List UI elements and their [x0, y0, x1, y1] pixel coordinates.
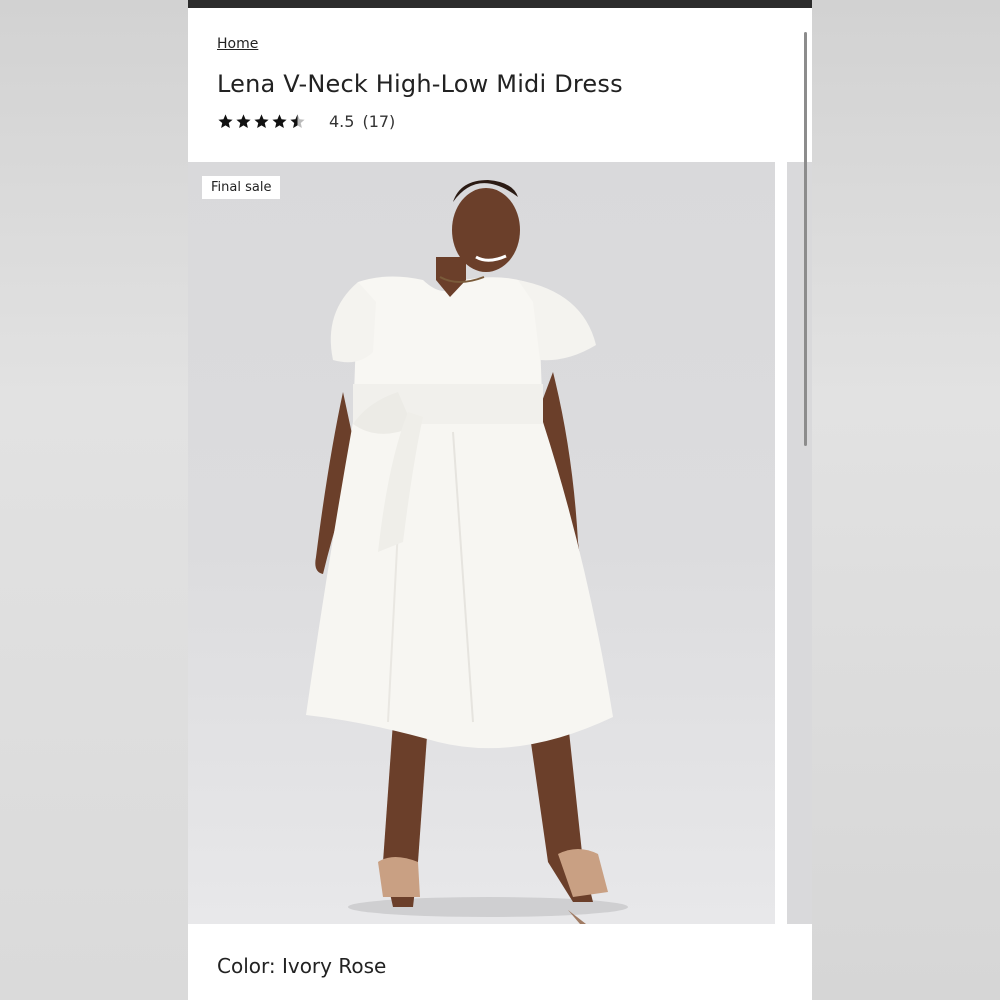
page-background-left	[0, 0, 188, 1000]
star-icon	[218, 113, 233, 128]
star-rating	[217, 113, 307, 130]
star-icon	[254, 113, 269, 128]
breadcrumb-home-link[interactable]: Home	[217, 36, 258, 52]
next-image-peek[interactable]	[787, 162, 812, 924]
product-title: Lena V-Neck High-Low Midi Dress	[217, 70, 623, 98]
star-icon	[272, 113, 287, 128]
final-sale-badge: Final sale	[202, 176, 281, 199]
product-image-gallery[interactable]: Final sale	[188, 162, 775, 924]
rating-value: 4.5	[329, 111, 355, 131]
scrollbar[interactable]	[804, 32, 807, 446]
star-icon	[236, 113, 251, 128]
half-star-icon	[290, 113, 305, 128]
rating-row[interactable]: 4.5 (17)	[217, 110, 395, 132]
review-count[interactable]: (17)	[362, 112, 395, 131]
color-label: Color: Ivory Rose	[217, 954, 387, 978]
product-page: Home Lena V-Neck High-Low Midi Dress 4.5…	[188, 0, 812, 1000]
page-background-right	[812, 0, 1000, 1000]
top-bar	[188, 0, 812, 8]
model-photo	[306, 180, 628, 924]
